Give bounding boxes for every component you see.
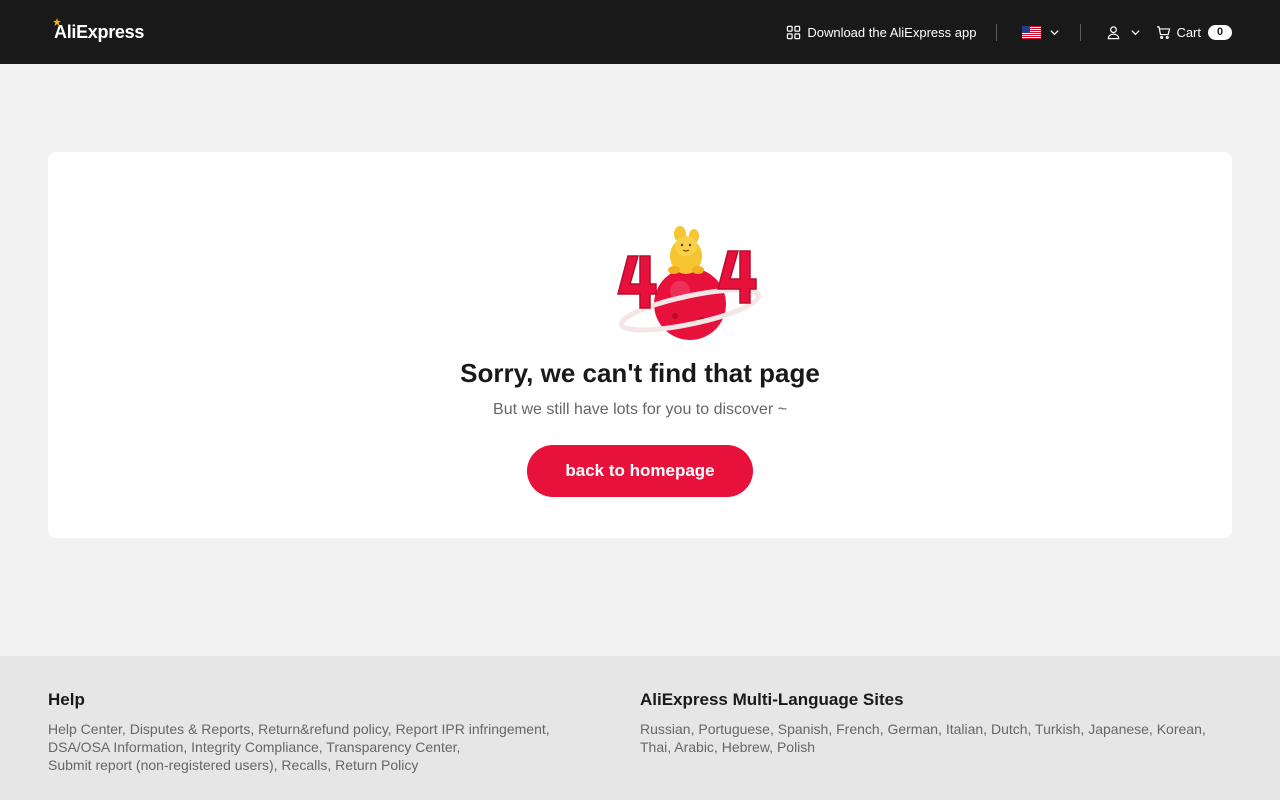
header-actions: Download the AliExpress app Cart 0 <box>786 0 1232 64</box>
divider <box>996 23 998 41</box>
help-heading: Help <box>48 690 85 709</box>
language-links: Russian, Portuguese, Spanish, French, Ge… <box>640 720 1240 756</box>
logo-text: AliExpress <box>54 21 145 42</box>
help-links-line[interactable]: Help Center, Disputes & Reports, Return&… <box>48 720 608 738</box>
qr-icon <box>787 25 801 39</box>
language-links-line[interactable]: Thai, Arabic, Hebrew, Polish <box>640 738 1240 756</box>
footer-help-section: Help Help Center, Disputes & Reports, Re… <box>48 690 608 774</box>
user-icon <box>1108 25 1120 39</box>
chevron-down-icon <box>1050 29 1060 35</box>
languages-heading: AliExpress Multi-Language Sites <box>640 690 904 709</box>
download-app-label: Download the AliExpress app <box>807 24 977 40</box>
divider <box>1080 23 1082 41</box>
help-links: Help Center, Disputes & Reports, Return&… <box>48 720 608 774</box>
404-illustration <box>617 226 762 340</box>
region-selector[interactable] <box>1022 25 1060 39</box>
cart-icon <box>1157 25 1171 39</box>
help-links-line[interactable]: DSA/OSA Information, Integrity Complianc… <box>48 738 608 756</box>
cart-count-badge: 0 <box>1208 24 1232 40</box>
help-links-line[interactable]: Submit report (non-registered users), Re… <box>48 756 608 774</box>
aliexpress-logo[interactable]: AliExpress <box>53 18 145 43</box>
page-subtitle: But we still have lots for you to discov… <box>493 401 787 418</box>
download-app-link[interactable]: Download the AliExpress app <box>786 25 976 40</box>
back-to-homepage-button[interactable]: back to homepage <box>527 445 753 497</box>
cart-link[interactable]: Cart 0 <box>1156 24 1232 40</box>
language-links-line[interactable]: Russian, Portuguese, Spanish, French, Ge… <box>640 720 1240 738</box>
star-icon <box>53 18 61 26</box>
us-flag-icon <box>1022 25 1042 39</box>
footer-languages-section: AliExpress Multi-Language Sites Russian,… <box>640 690 1240 756</box>
page-title: Sorry, we can't find that page <box>460 358 820 388</box>
footer: Help Help Center, Disputes & Reports, Re… <box>0 656 1280 800</box>
chevron-down-icon <box>1131 29 1141 35</box>
cart-label: Cart <box>1176 24 1201 40</box>
account-menu[interactable] <box>1106 25 1141 40</box>
top-header: AliExpress Download the AliExpress app C… <box>0 0 1280 64</box>
error-card: Sorry, we can't find that page But we st… <box>48 152 1232 538</box>
